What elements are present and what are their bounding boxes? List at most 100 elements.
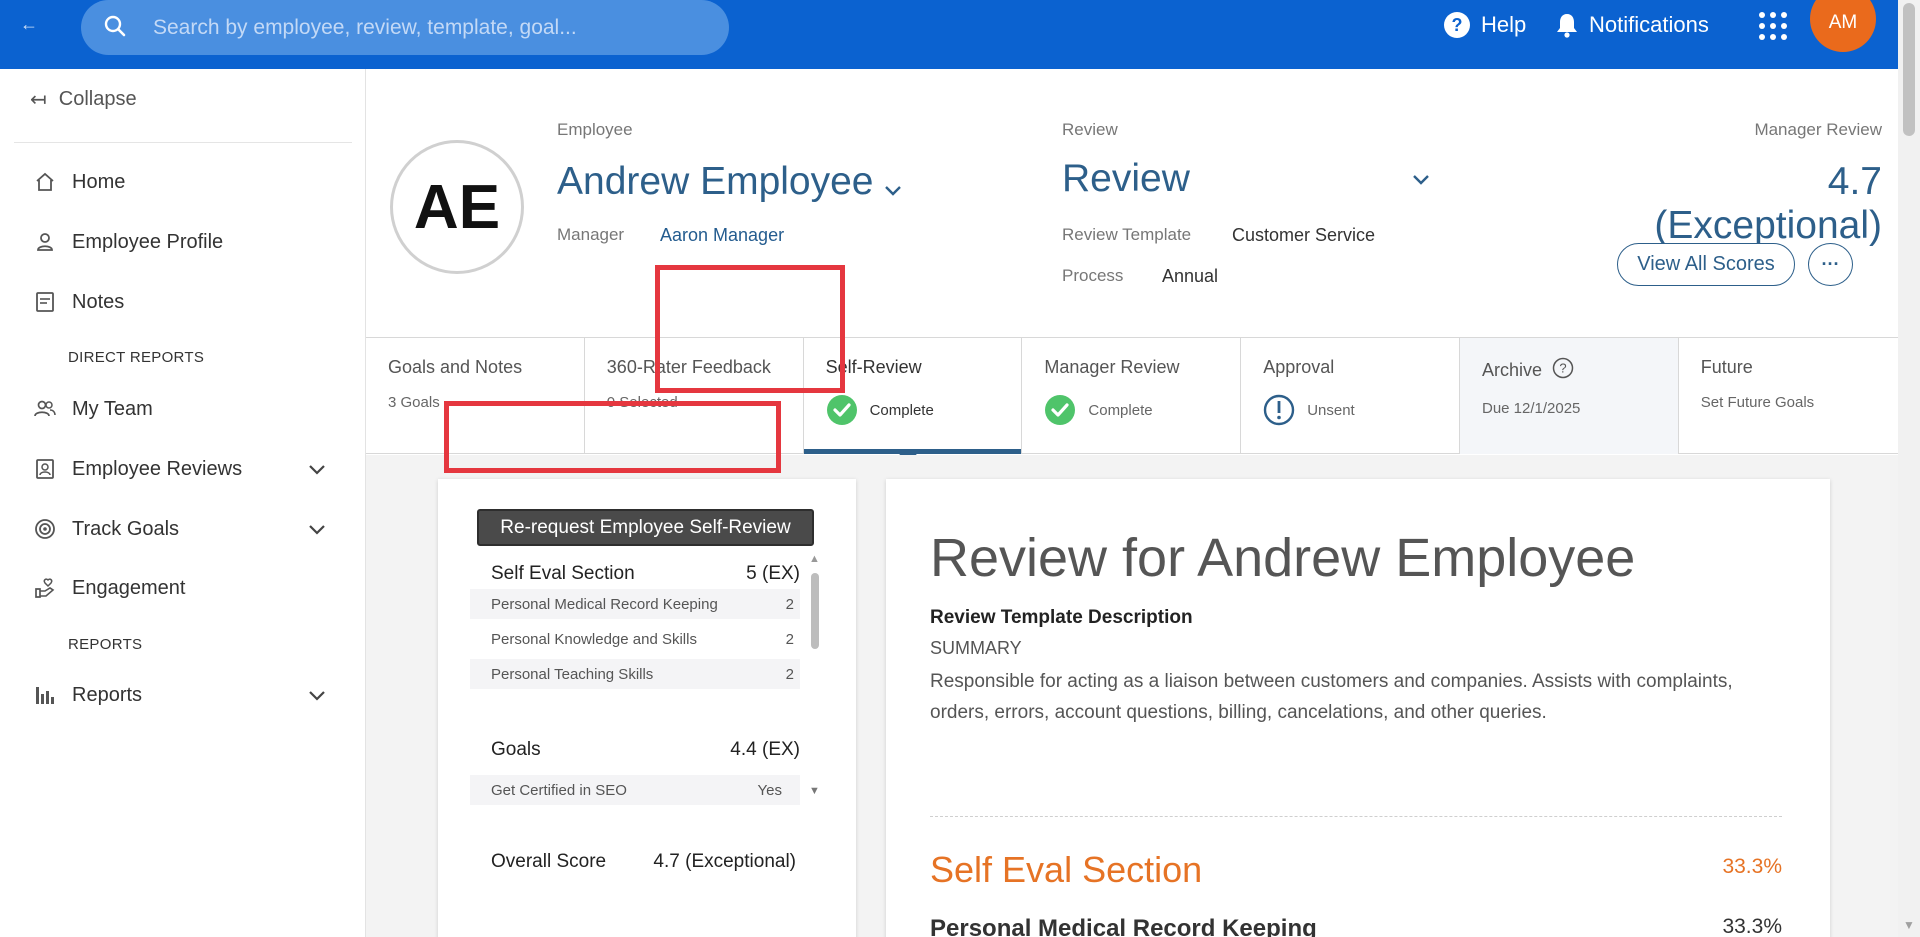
review-label: Review <box>1062 120 1118 139</box>
sidebar-item-employee-profile[interactable]: Employee Profile <box>34 226 334 258</box>
chevron-down-icon <box>884 163 902 207</box>
scrollbar-thumb[interactable] <box>1903 3 1915 136</box>
bell-icon <box>1557 14 1577 38</box>
alert-circle-icon <box>1263 394 1295 426</box>
tab-title: Future <box>1700 357 1753 377</box>
back-arrow-icon[interactable]: ← <box>20 14 38 35</box>
scroll-down-arrow-icon[interactable]: ▼ <box>809 785 820 797</box>
list-item-value: 2 <box>785 630 794 648</box>
apps-grid-icon[interactable] <box>1758 11 1788 41</box>
section-divider <box>930 816 1782 817</box>
sidebar-item-notes[interactable]: Notes <box>34 286 334 318</box>
list-item-label: Personal Medical Record Keeping <box>491 595 718 613</box>
top-bar: ← ? Help Notifications AM <box>0 0 1898 69</box>
goals-section-title: Goals <box>491 739 541 760</box>
sidebar-item-label: Employee Reviews <box>72 457 243 480</box>
summary-label: SUMMARY <box>930 638 1022 658</box>
tab-title: Approval <box>1263 357 1335 377</box>
scroll-down-arrow-icon[interactable]: ▼ <box>1903 918 1915 932</box>
review-name[interactable]: Review <box>1062 157 1190 201</box>
process-value: Annual <box>1162 266 1219 286</box>
chevron-down-icon[interactable] <box>308 685 326 708</box>
notifications-button[interactable]: Notifications <box>1555 8 1709 42</box>
chevron-down-icon[interactable] <box>308 459 326 482</box>
tab-title: Manager Review <box>1044 357 1180 377</box>
chevron-down-icon[interactable] <box>308 519 326 542</box>
sidebar-divider <box>14 142 352 143</box>
check-circle-icon <box>826 394 858 426</box>
review-chevron-down-icon[interactable] <box>1412 173 1430 191</box>
tab-title: Goals and Notes <box>388 357 523 377</box>
sidebar-item-label: Notes <box>72 290 125 313</box>
check-circle-icon <box>1044 394 1076 426</box>
collapse-button[interactable]: ↤ Collapse <box>30 87 137 112</box>
search-bar[interactable] <box>81 0 729 55</box>
sidebar-item-label: Engagement <box>72 576 186 599</box>
more-options-button[interactable]: ··· <box>1808 243 1853 286</box>
sidebar-item-label: Reports <box>72 683 143 706</box>
page-scrollbar[interactable]: ▼ <box>1898 0 1920 937</box>
list-item-value: 2 <box>785 665 794 683</box>
tab-archive[interactable]: Archive ? Due 12/1/2025 <box>1459 338 1679 454</box>
user-avatar[interactable]: AM <box>1810 0 1876 52</box>
notes-icon <box>34 291 56 313</box>
goals-section-score: 4.4 (EX) <box>730 739 800 760</box>
rerequest-self-review-button[interactable]: Re-request Employee Self-Review <box>477 509 814 546</box>
team-icon <box>34 399 56 419</box>
list-item[interactable]: Personal Knowledge and Skills 2 <box>470 624 800 654</box>
help-button[interactable]: ? Help <box>1443 8 1526 42</box>
list-item-label: Personal Knowledge and Skills <box>491 630 697 648</box>
bar-chart-icon <box>34 684 56 706</box>
view-all-scores-button[interactable]: View All Scores <box>1617 243 1795 286</box>
manager-review-score: 4.7 (Exceptional) <box>1654 160 1882 247</box>
scores-scrollbar[interactable]: ▲ ▼ <box>809 553 821 803</box>
list-item-label: Get Certified in SEO <box>491 781 627 799</box>
list-item-value: Yes <box>757 781 782 799</box>
employee-selector[interactable]: Andrew Employee <box>557 157 902 207</box>
process-label: Process <box>1062 266 1124 285</box>
self-eval-section-title: Self Eval Section <box>491 563 635 584</box>
review-document: Review for Andrew Employee Review Templa… <box>886 479 1830 937</box>
review-title: Review for Andrew Employee <box>930 528 1636 588</box>
sidebar-item-track-goals[interactable]: Track Goals <box>34 513 334 545</box>
person-icon <box>34 232 56 252</box>
tab-subtitle: Complete <box>1088 401 1153 419</box>
sidebar-item-label: Track Goals <box>72 517 180 540</box>
tab-approval[interactable]: Approval Unsent <box>1241 338 1460 454</box>
notifications-label: Notifications <box>1589 12 1709 37</box>
scrollbar-thumb[interactable] <box>811 573 819 649</box>
sidebar-item-employee-reviews[interactable]: Employee Reviews <box>34 453 334 485</box>
sidebar-heading-reports: REPORTS <box>68 636 143 653</box>
tab-title: Archive <box>1481 360 1543 380</box>
target-icon <box>34 518 56 540</box>
sidebar-item-engagement[interactable]: Engagement <box>34 572 334 604</box>
tab-future[interactable]: Future Set Future Goals <box>1679 338 1898 454</box>
list-item[interactable]: Personal Teaching Skills 2 <box>470 659 800 689</box>
review-badge-icon <box>34 458 56 480</box>
engagement-icon <box>34 577 56 599</box>
question-circle-icon[interactable]: ? <box>1552 357 1574 384</box>
collapse-arrow-icon: ↤ <box>30 89 47 111</box>
sidebar-item-home[interactable]: Home <box>34 166 334 198</box>
home-icon <box>34 172 56 192</box>
tab-manager-review[interactable]: Manager Review Complete <box>1022 338 1242 454</box>
employee-label: Employee <box>557 120 633 139</box>
review-template-value: Customer Service <box>1232 225 1376 245</box>
sidebar-item-my-team[interactable]: My Team <box>34 393 334 425</box>
section-weight: 33.3% <box>1722 855 1782 878</box>
search-input[interactable] <box>153 0 713 55</box>
overall-score-label: Overall Score <box>491 851 607 872</box>
employee-name: Andrew Employee <box>557 160 874 203</box>
sidebar-item-reports[interactable]: Reports <box>34 679 334 711</box>
list-item[interactable]: Get Certified in SEO Yes <box>470 775 800 805</box>
section-title: Self Eval Section <box>930 849 1203 890</box>
manager-link[interactable]: Aaron Manager <box>660 225 784 246</box>
sidebar-item-label: My Team <box>72 397 153 420</box>
review-template-label: Review Template <box>1062 225 1192 244</box>
main-content: AE Employee Andrew Employee Manager Aaro… <box>366 69 1898 937</box>
sidebar: ↤ Collapse Home Employee Profile Notes D… <box>0 69 366 937</box>
manager-label: Manager <box>557 225 625 244</box>
scroll-up-arrow-icon[interactable]: ▲ <box>809 553 820 565</box>
template-description-label: Review Template Description <box>930 607 1193 628</box>
list-item[interactable]: Personal Medical Record Keeping 2 <box>470 589 800 619</box>
